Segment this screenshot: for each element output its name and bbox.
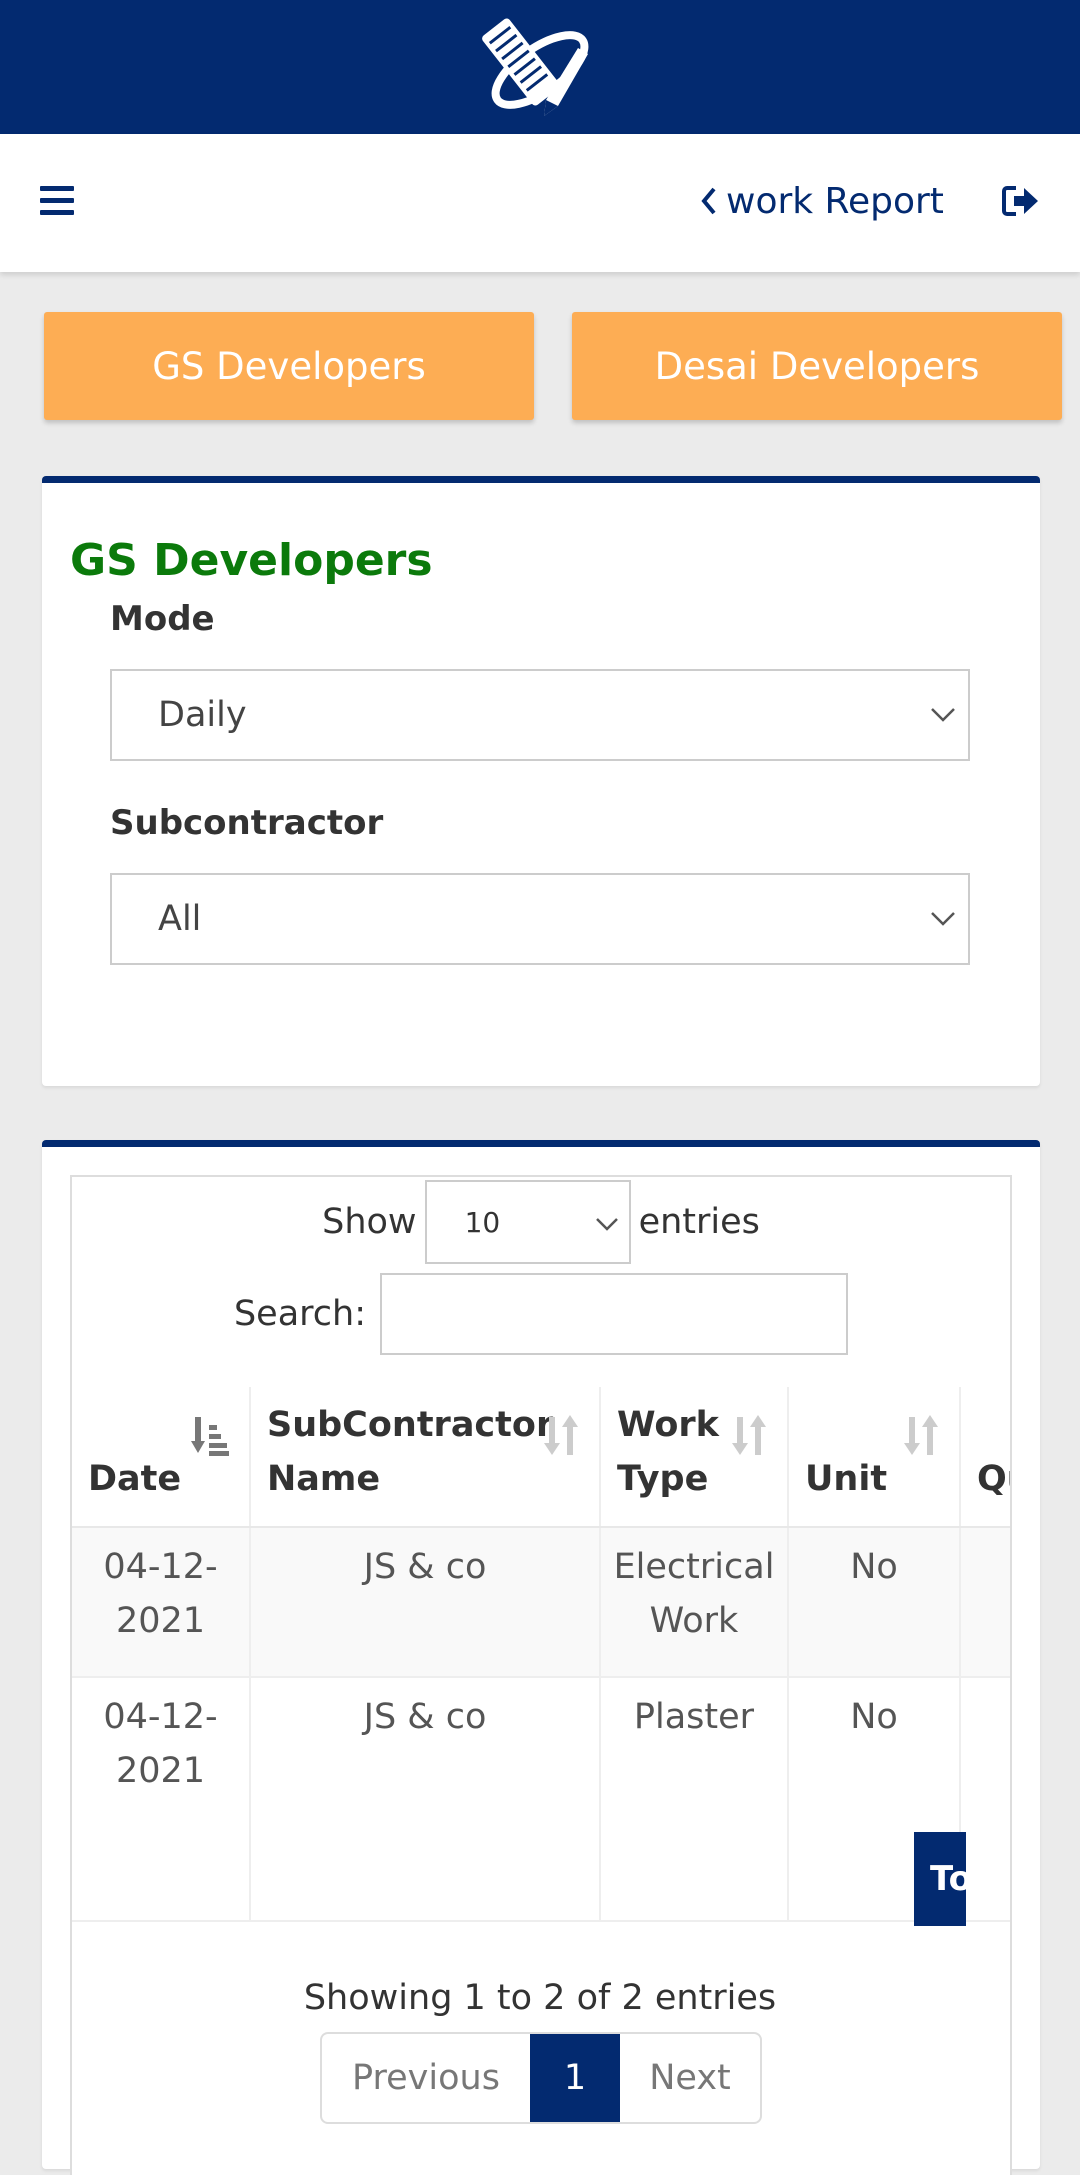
cell-work-type-part1: Plaster (633, 1697, 755, 1737)
cell-date-part2: 2021 (115, 1601, 206, 1641)
cell-date-part2: 2021 (115, 1751, 206, 1791)
total-button[interactable]: To (914, 1832, 966, 1926)
subcontractor-select-value: All (158, 899, 202, 939)
cell-unit: No (788, 1527, 961, 1678)
cell-date: 04-12- 2021 (72, 1677, 251, 1922)
chevron-left-icon (701, 187, 716, 215)
search-input[interactable] (380, 1273, 849, 1355)
column-header-subcontractor-line2: Name (267, 1459, 381, 1499)
table-row: 04-12- 2021 JS & co Electrical Work No (72, 1527, 1010, 1678)
filter-card: GS Developers Mode Daily Subcontractor A… (42, 476, 1040, 1086)
chevron-down-icon (931, 708, 955, 722)
chevron-down-icon (595, 1218, 618, 1231)
cell-quantity (960, 1527, 1010, 1678)
column-header-date[interactable]: Date (72, 1387, 251, 1528)
table-info: Showing 1 to 2 of 2 entries (303, 1978, 777, 2018)
column-header-quantity[interactable]: Qu (960, 1387, 1010, 1528)
work-report-table: Date SubContractor Name Work Type Unit Q… (72, 1387, 1010, 1922)
entries-length-value: 10 (464, 1205, 501, 1239)
column-header-unit-line2: Unit (805, 1459, 888, 1499)
pagination-next[interactable]: Next (620, 2034, 760, 2122)
page-title: work Report (726, 180, 944, 222)
logout-icon[interactable] (1002, 184, 1040, 218)
length-control: Show 10 entries (72, 1177, 1010, 1267)
cell-work-type-part2: Work (649, 1601, 739, 1641)
table-row: 04-12- 2021 JS & co Plaster No (72, 1677, 1010, 1922)
search-control: Search: (72, 1273, 1010, 1355)
top-navbar: work Report (0, 134, 1080, 272)
mode-select-value: Daily (158, 695, 247, 735)
mode-select[interactable]: Daily (110, 669, 970, 761)
project-button-desai-developers[interactable]: Desai Developers (572, 312, 1062, 420)
column-header-subcontractor-line1: SubContractor (267, 1405, 554, 1445)
column-header-quantity-line2: Qu (977, 1459, 1010, 1499)
sort-icon (732, 1415, 766, 1455)
cell-date-part1: 04-12- (103, 1547, 218, 1587)
subcontractor-label: Subcontractor (110, 803, 384, 843)
entries-label: entries (638, 1202, 760, 1242)
pagination-page-1[interactable]: 1 (530, 2034, 620, 2122)
table-header-row: Date SubContractor Name Work Type Unit Q (72, 1387, 1010, 1528)
sort-descending-icon (191, 1417, 229, 1456)
cell-date: 04-12- 2021 (72, 1527, 251, 1678)
show-label: Show (322, 1202, 417, 1242)
entries-length-select[interactable]: 10 (424, 1180, 631, 1264)
project-title: GS Developers (70, 535, 433, 586)
sort-icon (544, 1415, 578, 1455)
brand-header (0, 0, 1080, 134)
search-label: Search: (233, 1294, 367, 1334)
subcontractor-select[interactable]: All (110, 873, 970, 965)
back-link[interactable]: work Report (700, 176, 944, 226)
project-button-gs-developers[interactable]: GS Developers (44, 312, 534, 420)
cell-quantity (960, 1677, 1010, 1922)
pagination-previous[interactable]: Previous (322, 2034, 530, 2122)
column-header-date-line2: Date (88, 1459, 182, 1499)
cell-date-part1: 04-12- (103, 1697, 218, 1737)
datatable-wrapper: Show 10 entries Search: Date SubContract… (70, 1175, 1012, 2175)
mode-label: Mode (110, 599, 215, 639)
app-logo-icon (482, 18, 589, 116)
column-header-subcontractor-name[interactable]: SubContractor Name (250, 1387, 601, 1528)
hamburger-menu-icon[interactable] (40, 186, 74, 216)
cell-subcontractor: JS & co (250, 1527, 601, 1678)
chevron-down-icon (931, 912, 955, 926)
sort-icon (904, 1415, 938, 1455)
cell-work-type: Plaster (600, 1677, 789, 1922)
cell-subcontractor: JS & co (250, 1677, 601, 1922)
cell-work-type-part1: Electrical (613, 1547, 775, 1587)
pagination: Previous 1 Next (320, 2032, 762, 2124)
column-header-work-type[interactable]: Work Type (600, 1387, 789, 1528)
column-header-unit[interactable]: Unit (788, 1387, 961, 1528)
cell-work-type: Electrical Work (600, 1527, 789, 1678)
column-header-work-type-line2: Type (617, 1459, 709, 1499)
